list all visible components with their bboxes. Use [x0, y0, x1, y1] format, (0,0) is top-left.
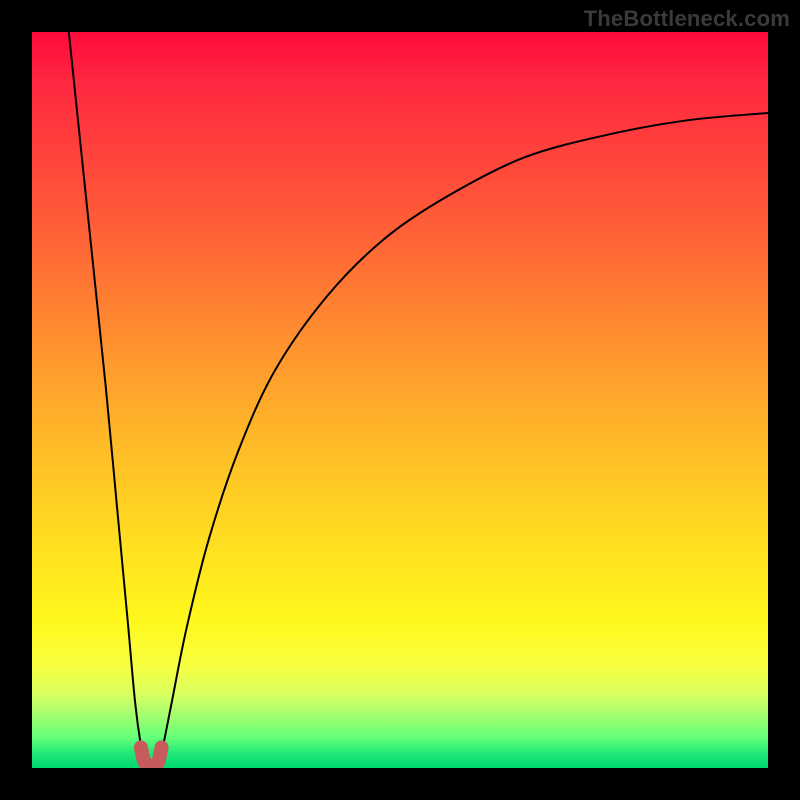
chart-frame: TheBottleneck.com: [0, 0, 800, 800]
curve-layer: [32, 32, 768, 768]
plot-area: [32, 32, 768, 768]
series-bottleneck-base-u: [141, 747, 162, 765]
series-bottleneck-curve-left: [69, 32, 145, 761]
watermark-text: TheBottleneck.com: [584, 6, 790, 32]
series-bottleneck-curve-right: [159, 113, 768, 761]
